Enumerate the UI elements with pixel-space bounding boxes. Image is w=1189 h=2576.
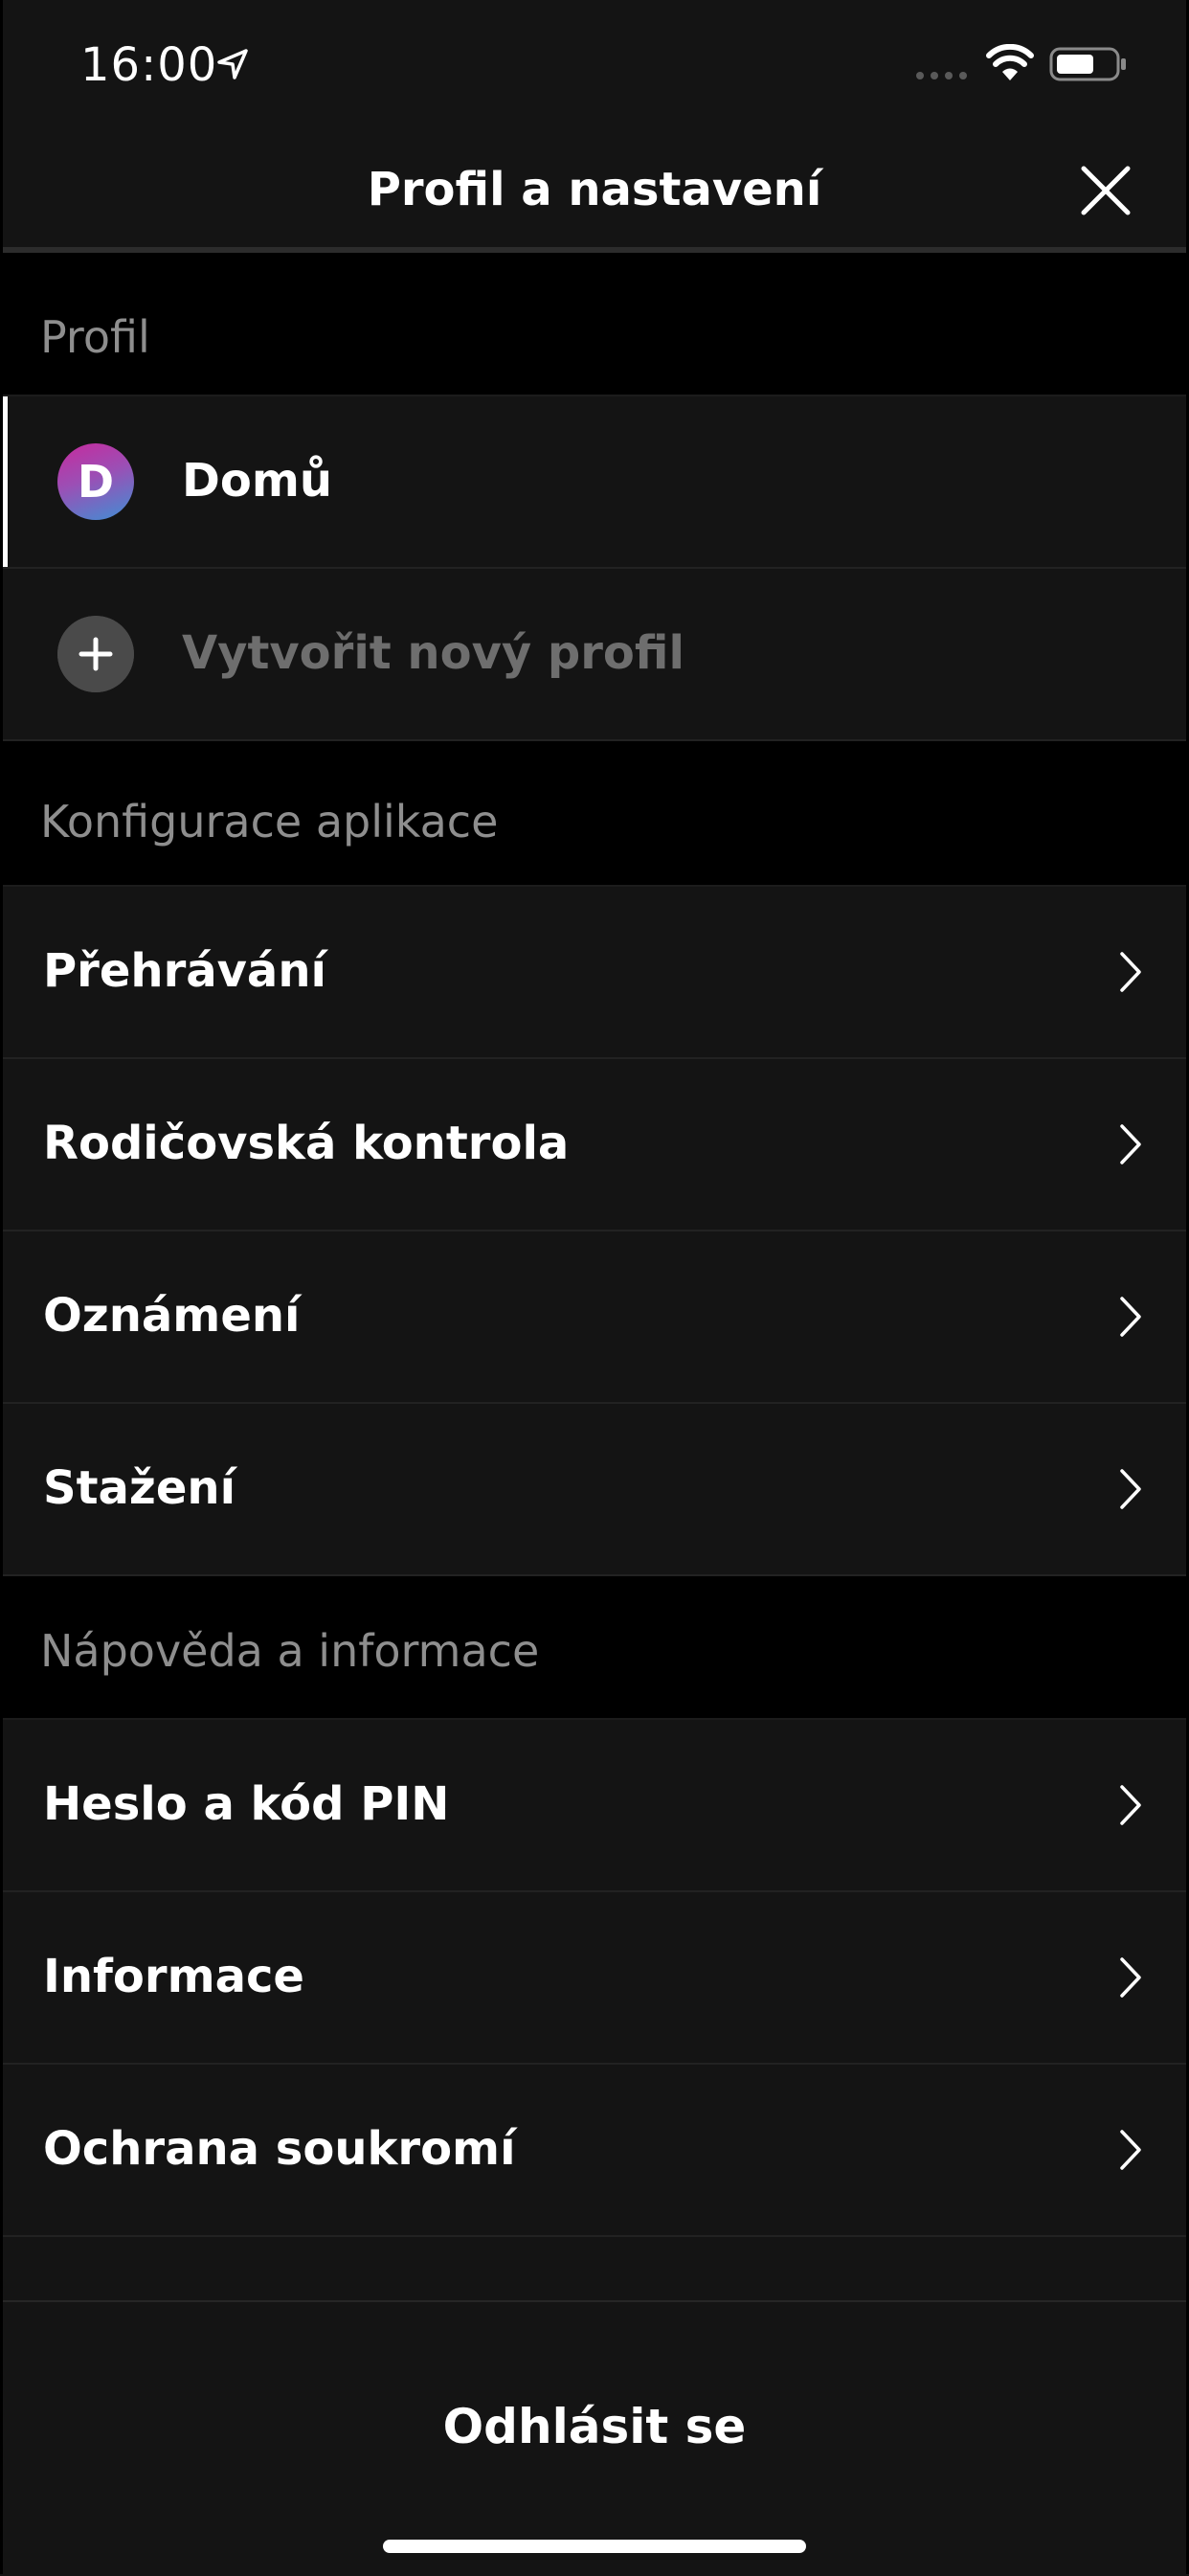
menu-item-label: Rodičovská kontrola bbox=[43, 1117, 570, 1170]
chevron-right-icon bbox=[1120, 1124, 1141, 1164]
profile-row-home[interactable]: D Domů bbox=[0, 396, 1189, 569]
avatar: D bbox=[57, 443, 134, 520]
footer: Odhlásit se bbox=[0, 2300, 1189, 2576]
status-time: 16:00 bbox=[80, 38, 218, 92]
menu-item-parental-control[interactable]: Rodičovská kontrola bbox=[0, 1059, 1189, 1232]
menu-item-label: Informace bbox=[43, 1950, 304, 2003]
status-bar: 16:00 bbox=[0, 0, 1189, 134]
create-profile-button[interactable]: Vytvořit nový profil bbox=[0, 569, 1189, 741]
menu-item-label: Přehrávání bbox=[43, 944, 326, 998]
menu-item-information[interactable]: Informace bbox=[0, 1892, 1189, 2065]
menu-item-downloads[interactable]: Stažení bbox=[0, 1404, 1189, 1576]
profile-name: Domů bbox=[182, 454, 333, 508]
header: Profil a nastavení bbox=[0, 134, 1189, 249]
section-title-help: Nápověda a informace bbox=[40, 1625, 540, 1677]
chevron-right-icon bbox=[1120, 1785, 1141, 1825]
active-profile-indicator bbox=[3, 396, 8, 567]
chevron-right-icon bbox=[1120, 1957, 1141, 1998]
wifi-icon bbox=[986, 44, 1034, 80]
menu-item-playback[interactable]: Přehrávání bbox=[0, 887, 1189, 1059]
menu-item-label: Heslo a kód PIN bbox=[43, 1777, 450, 1831]
menu-item-label: Stažení bbox=[43, 1461, 236, 1515]
battery-icon bbox=[1049, 47, 1126, 81]
logout-button[interactable]: Odhlásit se bbox=[0, 2388, 1189, 2465]
section-header-app-config: Konfigurace aplikace bbox=[0, 741, 1189, 887]
location-arrow-icon bbox=[217, 49, 248, 79]
plus-icon bbox=[57, 616, 134, 692]
menu-item-label: Ochrana soukromí bbox=[43, 2122, 516, 2176]
home-indicator bbox=[383, 2540, 806, 2553]
menu-item-privacy[interactable]: Ochrana soukromí bbox=[0, 2065, 1189, 2237]
menu-item-password-pin[interactable]: Heslo a kód PIN bbox=[0, 1720, 1189, 1892]
frame-edge-left bbox=[0, 0, 3, 2574]
chevron-right-icon bbox=[1120, 1469, 1141, 1509]
section-header-profile: Profil bbox=[0, 253, 1189, 396]
chevron-right-icon bbox=[1120, 952, 1141, 992]
page-title: Profil a nastavení bbox=[367, 163, 822, 216]
chevron-right-icon bbox=[1120, 2130, 1141, 2170]
section-title-app-config: Konfigurace aplikace bbox=[40, 796, 499, 847]
section-header-help: Nápověda a informace bbox=[0, 1576, 1189, 1720]
create-profile-label: Vytvořit nový profil bbox=[182, 626, 684, 680]
menu-item-notifications[interactable]: Oznámení bbox=[0, 1232, 1189, 1404]
close-icon[interactable] bbox=[1076, 161, 1135, 220]
chevron-right-icon bbox=[1120, 1297, 1141, 1337]
menu-item-label: Oznámení bbox=[43, 1289, 301, 1343]
list-bottom-spacer bbox=[0, 2237, 1189, 2300]
section-title-profile: Profil bbox=[40, 311, 150, 363]
cellular-signal-icon bbox=[916, 72, 967, 79]
